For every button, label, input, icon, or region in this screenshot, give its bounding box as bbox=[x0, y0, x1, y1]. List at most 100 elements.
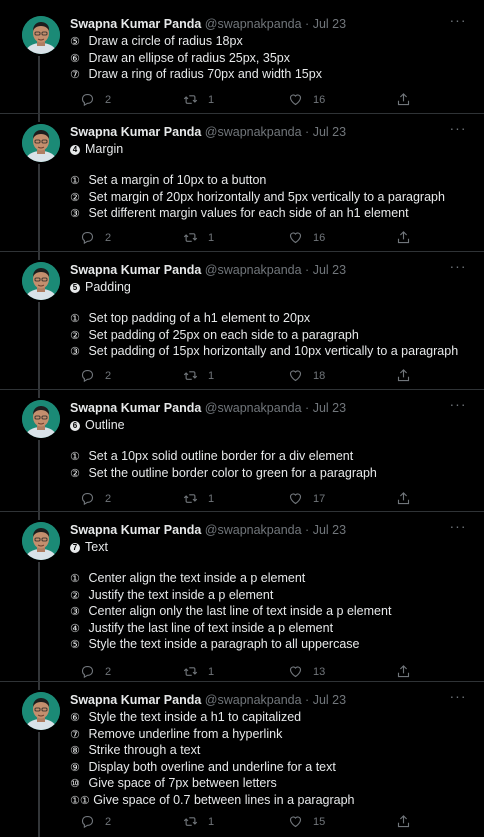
share-button[interactable] bbox=[386, 491, 411, 506]
retweet-count: 1 bbox=[208, 665, 215, 678]
tweet-date[interactable]: Jul 23 bbox=[313, 263, 346, 277]
like-icon[interactable] bbox=[288, 491, 303, 506]
author-handle[interactable]: @swapnakpanda bbox=[205, 17, 302, 31]
tweet-text: 6 Outline ① Set a 10px solid outline borde… bbox=[70, 418, 377, 482]
section-heading: 7 Text bbox=[70, 540, 391, 556]
more-options-icon[interactable]: ··· bbox=[449, 519, 467, 536]
retweet-count: 1 bbox=[208, 231, 215, 244]
author-handle[interactable]: @swapnakpanda bbox=[205, 693, 302, 707]
retweet-icon[interactable] bbox=[183, 368, 198, 383]
more-options-icon[interactable]: ··· bbox=[449, 259, 467, 276]
avatar[interactable] bbox=[22, 16, 60, 54]
author-handle[interactable]: @swapnakpanda bbox=[205, 401, 302, 415]
share-icon[interactable] bbox=[396, 92, 411, 107]
reply-button[interactable]: 2 bbox=[70, 491, 111, 506]
retweet-icon[interactable] bbox=[183, 814, 198, 829]
author-handle[interactable]: @swapnakpanda bbox=[205, 125, 302, 139]
like-icon[interactable] bbox=[288, 92, 303, 107]
share-button[interactable] bbox=[386, 230, 411, 245]
reply-icon[interactable] bbox=[80, 664, 95, 679]
like-icon[interactable] bbox=[288, 664, 303, 679]
retweet-button[interactable]: 1 bbox=[173, 664, 214, 679]
list-item: ② Set padding of 25px on each side to a … bbox=[70, 328, 458, 345]
list-item: ① Set a margin of 10px to a button bbox=[70, 173, 445, 190]
tweet-date[interactable]: Jul 23 bbox=[313, 693, 346, 707]
author-name[interactable]: Swapna Kumar Panda bbox=[70, 17, 201, 31]
reply-button[interactable]: 2 bbox=[70, 92, 111, 107]
retweet-icon[interactable] bbox=[183, 230, 198, 245]
avatar[interactable] bbox=[22, 522, 60, 560]
share-button[interactable] bbox=[386, 814, 411, 829]
share-button[interactable] bbox=[386, 368, 411, 383]
retweet-button[interactable]: 1 bbox=[173, 491, 214, 506]
author-handle[interactable]: @swapnakpanda bbox=[205, 263, 302, 277]
author-name[interactable]: Swapna Kumar Panda bbox=[70, 693, 201, 707]
tweet-header: Swapna Kumar Panda @swapnakpanda · Jul 2… bbox=[70, 262, 346, 278]
thread-connector bbox=[38, 302, 40, 398]
author-name[interactable]: Swapna Kumar Panda bbox=[70, 523, 201, 537]
retweet-button[interactable]: 1 bbox=[173, 814, 214, 829]
header-separator: · bbox=[301, 401, 313, 415]
reply-icon[interactable] bbox=[80, 491, 95, 506]
avatar[interactable] bbox=[22, 124, 60, 162]
reply-button[interactable]: 2 bbox=[70, 664, 111, 679]
author-handle[interactable]: @swapnakpanda bbox=[205, 523, 302, 537]
more-options-icon[interactable]: ··· bbox=[449, 689, 467, 706]
avatar[interactable] bbox=[22, 262, 60, 300]
retweet-icon[interactable] bbox=[183, 664, 198, 679]
item-number: ⑥ bbox=[70, 712, 80, 724]
avatar[interactable] bbox=[22, 400, 60, 438]
retweet-icon[interactable] bbox=[183, 92, 198, 107]
tweet-date[interactable]: Jul 23 bbox=[313, 17, 346, 31]
share-icon[interactable] bbox=[396, 491, 411, 506]
like-button[interactable]: 16 bbox=[278, 92, 325, 107]
tweet-text: ⑥ Style the text inside a h1 to capitali… bbox=[70, 710, 355, 809]
section-title: Margin bbox=[85, 142, 124, 156]
tweet-date[interactable]: Jul 23 bbox=[313, 125, 346, 139]
tweet-header: Swapna Kumar Panda @swapnakpanda · Jul 2… bbox=[70, 124, 346, 140]
retweet-button[interactable]: 1 bbox=[173, 368, 214, 383]
reply-button[interactable]: 2 bbox=[70, 230, 111, 245]
share-icon[interactable] bbox=[396, 814, 411, 829]
tweet-date[interactable]: Jul 23 bbox=[313, 523, 346, 537]
share-button[interactable] bbox=[386, 92, 411, 107]
like-button[interactable]: 13 bbox=[278, 664, 325, 679]
like-button[interactable]: 17 bbox=[278, 491, 325, 506]
item-text: Center align the text inside a p element bbox=[85, 571, 306, 585]
tweet-header: Swapna Kumar Panda @swapnakpanda · Jul 2… bbox=[70, 692, 346, 708]
share-icon[interactable] bbox=[396, 368, 411, 383]
like-icon[interactable] bbox=[288, 814, 303, 829]
reply-button[interactable]: 2 bbox=[70, 368, 111, 383]
like-button[interactable]: 15 bbox=[278, 814, 325, 829]
retweet-icon[interactable] bbox=[183, 491, 198, 506]
more-options-icon[interactable]: ··· bbox=[449, 397, 467, 414]
reply-button[interactable]: 2 bbox=[70, 814, 111, 829]
reply-icon[interactable] bbox=[80, 814, 95, 829]
item-text: Set padding of 25px on each side to a pa… bbox=[85, 327, 359, 342]
like-button[interactable]: 16 bbox=[278, 230, 325, 245]
more-options-icon[interactable]: ··· bbox=[449, 121, 467, 138]
more-options-icon[interactable]: ··· bbox=[449, 13, 467, 30]
retweet-button[interactable]: 1 bbox=[173, 230, 214, 245]
reply-icon[interactable] bbox=[80, 92, 95, 107]
author-name[interactable]: Swapna Kumar Panda bbox=[70, 263, 201, 277]
author-name[interactable]: Swapna Kumar Panda bbox=[70, 401, 201, 415]
item-number: ④ bbox=[70, 622, 80, 635]
reply-count: 2 bbox=[105, 665, 112, 678]
item-number: ①① bbox=[70, 794, 90, 807]
author-name[interactable]: Swapna Kumar Panda bbox=[70, 125, 201, 139]
like-count: 16 bbox=[313, 93, 326, 106]
item-text: Give space of 0.7 between lines in a par… bbox=[89, 792, 355, 807]
retweet-button[interactable]: 1 bbox=[173, 92, 214, 107]
share-icon[interactable] bbox=[396, 230, 411, 245]
like-icon[interactable] bbox=[288, 230, 303, 245]
like-button[interactable]: 18 bbox=[278, 368, 325, 383]
share-button[interactable] bbox=[386, 664, 411, 679]
tweet-date[interactable]: Jul 23 bbox=[313, 401, 346, 415]
avatar[interactable] bbox=[22, 692, 60, 730]
share-icon[interactable] bbox=[396, 664, 411, 679]
reply-icon[interactable] bbox=[80, 368, 95, 383]
reply-icon[interactable] bbox=[80, 230, 95, 245]
like-icon[interactable] bbox=[288, 368, 303, 383]
